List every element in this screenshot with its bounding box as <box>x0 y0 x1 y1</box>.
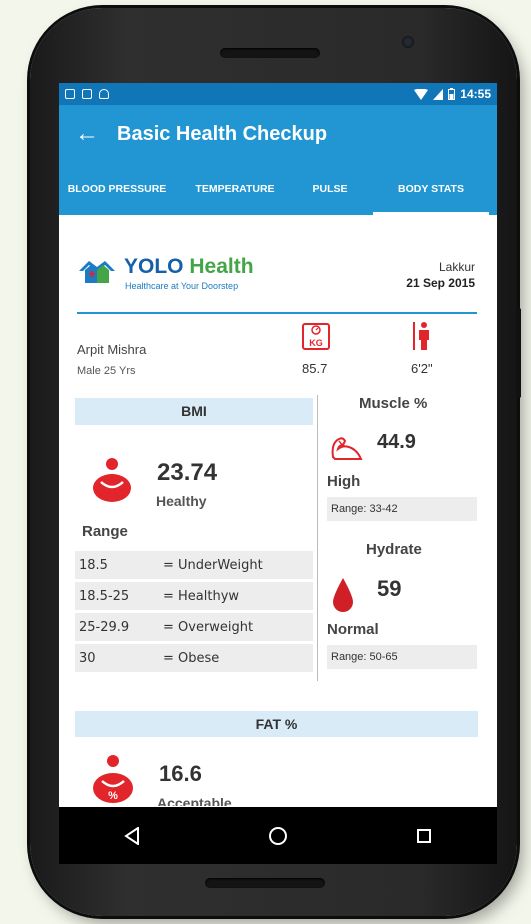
patient-name: Arpit Mishra <box>77 342 147 357</box>
top-speaker <box>220 48 320 58</box>
hydrate-range: Range: 50-65 <box>327 645 477 669</box>
hydrate-value: 59 <box>377 576 402 601</box>
circle-home-icon[interactable] <box>258 816 298 856</box>
square-recents-icon[interactable] <box>404 816 444 856</box>
water-drop-icon <box>333 578 353 612</box>
brand-tagline: Healthcare at Your Doorstep <box>125 281 239 291</box>
status-time: 14:55 <box>460 87 491 101</box>
weight-icon-text: KG <box>309 338 323 348</box>
page-title: Basic Health Checkup <box>117 122 328 145</box>
range-value: 30 <box>79 650 96 666</box>
brand-yolo: YOLO <box>124 255 184 278</box>
weighing-scale-icon: KG <box>302 323 330 350</box>
flexed-arm-icon <box>331 437 363 460</box>
house-logo-icon <box>79 261 115 283</box>
divider <box>77 312 477 314</box>
range-category: = Obese <box>163 650 220 666</box>
stats-grid: BMI 23.74 Healthy Range 18.5 = UnderWeig… <box>59 383 497 683</box>
report-header: YOLO Health Healthcare at Your Doorstep … <box>59 215 497 315</box>
brand-health: Health <box>189 255 254 278</box>
status-bar: 14:55 <box>59 83 497 105</box>
patient-demographics: Male 25 Yrs <box>77 365 136 377</box>
range-category: = UnderWeight <box>163 557 263 573</box>
hydrate-title: Hydrate <box>366 541 422 558</box>
notification-icon <box>82 89 92 99</box>
person-height-icon <box>413 322 429 350</box>
range-category: = Overweight <box>163 619 254 635</box>
screen: 14:55 ← Basic Health Checkup BLOOD PRESS… <box>59 83 497 864</box>
app-bar: ← Basic Health Checkup <box>59 105 497 163</box>
muscle-range: Range: 33-42 <box>327 497 477 521</box>
fat-value: 16.6 <box>159 761 202 786</box>
hydrate-category: Normal <box>327 621 379 638</box>
arrow-left-icon[interactable]: ← <box>75 122 99 146</box>
triangle-back-icon[interactable] <box>112 816 152 856</box>
table-row: 18.5-25 = Healthyw <box>75 582 313 610</box>
front-camera <box>402 36 414 48</box>
battery-icon <box>448 88 456 100</box>
patient-info: Arpit Mishra Male 25 Yrs KG 85.7 6'2" <box>59 315 497 383</box>
notification-icon <box>65 89 75 99</box>
table-row: 18.5 = UnderWeight <box>75 551 313 579</box>
report-content[interactable]: YOLO Health Healthcare at Your Doorstep … <box>59 215 497 806</box>
bmi-range-table: 18.5 = UnderWeight 18.5-25 = Healthyw 25… <box>75 551 313 675</box>
wifi-icon <box>414 88 429 100</box>
range-value: 18.5 <box>79 557 108 573</box>
height-value: 6'2" <box>411 361 433 376</box>
report-date: 21 Sep 2015 <box>406 276 475 290</box>
table-row: 30 = Obese <box>75 644 313 672</box>
fat-heading: FAT % <box>75 711 478 737</box>
fat-percent-icon: % <box>93 755 133 803</box>
table-row: 25-29.9 = Overweight <box>75 613 313 641</box>
range-value: 25-29.9 <box>79 619 130 635</box>
navigation-bar <box>59 807 497 864</box>
fat-category: Acceptable <box>157 795 232 806</box>
notification-icon <box>99 89 109 99</box>
range-value: 18.5-25 <box>79 588 130 604</box>
bmi-value: 23.74 <box>157 459 218 486</box>
side-button[interactable] <box>516 308 521 398</box>
muscle-title: Muscle % <box>359 395 428 412</box>
tab-temperature[interactable]: TEMPERATURE <box>175 163 295 215</box>
muscle-category: High <box>327 473 361 490</box>
bmi-heading: BMI <box>75 398 313 425</box>
range-label: Range <box>82 523 128 540</box>
tab-bar: BLOOD PRESSURE TEMPERATURE PULSE BODY ST… <box>59 163 497 215</box>
tab-pulse[interactable]: PULSE <box>295 163 365 215</box>
bmi-category: Healthy <box>156 493 207 509</box>
tab-body-stats[interactable]: BODY STATS <box>365 163 497 215</box>
tab-blood-pressure[interactable]: BLOOD PRESSURE <box>59 163 175 215</box>
report-location: Lakkur <box>438 260 475 274</box>
bottom-speaker <box>205 878 325 888</box>
fat-icon-text: % <box>108 790 118 802</box>
muscle-value: 44.9 <box>377 431 416 453</box>
person-icon <box>93 458 131 502</box>
brand-name: YOLO Health <box>124 255 254 279</box>
range-category: = Healthyw <box>163 588 240 604</box>
weight-value: 85.7 <box>302 361 328 376</box>
column-divider <box>317 395 318 681</box>
signal-icon <box>433 88 444 100</box>
